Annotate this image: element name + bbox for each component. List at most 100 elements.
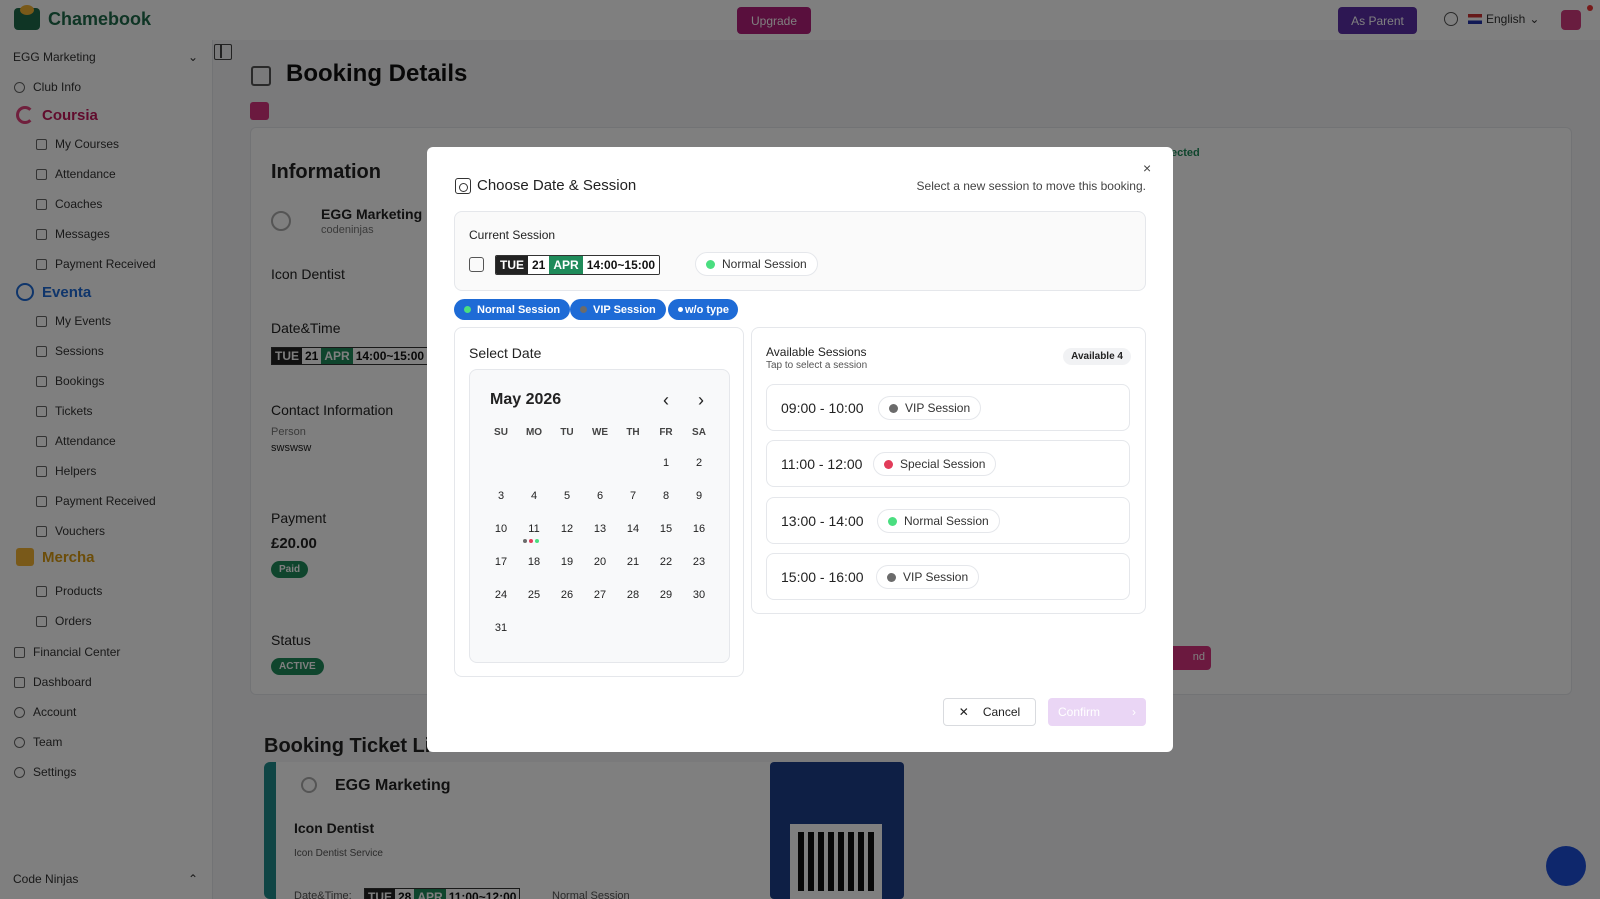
normal-session-dot [535, 539, 539, 543]
current-datetime-chip: TUE 21 APR 14:00~15:00 [495, 255, 661, 275]
calendar-day[interactable]: 6 [585, 490, 615, 502]
calendar-day[interactable]: 14 [618, 523, 648, 535]
calendar-day[interactable]: 28 [618, 589, 648, 601]
calendar-day[interactable]: 10 [486, 523, 516, 535]
slot-session-type: Normal Session [877, 509, 1000, 533]
calendar-day[interactable]: 19 [552, 556, 582, 568]
chip-month: APR [549, 256, 583, 274]
select-date-title: Select Date [469, 345, 542, 361]
weekday-header: WE [591, 427, 609, 438]
current-session-card: Current Session TUE 21 APR 14:00~15:00 N… [454, 211, 1146, 291]
calendar-clock-icon [469, 257, 484, 272]
chevron-right-icon[interactable]: › [698, 390, 704, 411]
available-count-badge: Available 4 [1063, 348, 1131, 365]
calendar-day[interactable]: 24 [486, 589, 516, 601]
calendar-day[interactable]: 1 [651, 457, 681, 469]
calendar-day[interactable]: 18 [519, 556, 549, 568]
calendar-day[interactable]: 20 [585, 556, 615, 568]
special-session-dot [529, 539, 533, 543]
calendar-day[interactable]: 16 [684, 523, 714, 535]
session-slot[interactable]: 09:00 - 10:00 VIP Session [766, 384, 1130, 431]
calendar-month-label: May 2026 [490, 391, 562, 408]
calendar-day[interactable]: 15 [651, 523, 681, 535]
calendar-day[interactable]: 12 [552, 523, 582, 535]
close-icon[interactable]: × [1143, 160, 1151, 176]
chip-day: 21 [528, 256, 550, 274]
available-sessions-panel: Available Sessions Tap to select a sessi… [751, 327, 1146, 614]
calendar-day[interactable]: 13 [585, 523, 615, 535]
calendar-day[interactable]: 9 [684, 490, 714, 502]
vip-session-dot [889, 403, 898, 413]
select-date-panel: Select Date May 2026 ‹ › SU MO TU WE TH FR SA 1… [454, 327, 744, 677]
vip-session-dot [887, 572, 896, 582]
filter-without-type[interactable]: w/o type [668, 299, 739, 320]
weekday-header: TH [626, 427, 640, 438]
calendar-day[interactable]: 30 [684, 589, 714, 601]
calendar-day[interactable]: 8 [651, 490, 681, 502]
calendar-day[interactable]: 22 [651, 556, 681, 568]
choose-date-session-dialog: × Choose Date & Session Select a new ses… [427, 147, 1173, 752]
available-sessions-title: Available Sessions [766, 345, 867, 359]
slot-session-type: Special Session [873, 452, 997, 476]
session-slot[interactable]: 15:00 - 16:00 VIP Session [766, 553, 1130, 600]
available-sessions-subtitle: Tap to select a session [766, 360, 868, 371]
vip-session-dot [523, 539, 527, 543]
calendar-day[interactable]: 23 [684, 556, 714, 568]
session-slot[interactable]: 11:00 - 12:00 Special Session [766, 440, 1130, 487]
weekday-header: TU [560, 427, 574, 438]
weekday-header: SA [692, 427, 706, 438]
session-type-label: VIP Session [903, 570, 969, 584]
no-type-dot [678, 307, 683, 312]
calendar-day[interactable]: 2 [684, 457, 714, 469]
chevron-left-icon[interactable]: ‹ [663, 390, 669, 411]
vip-session-dot [580, 306, 587, 313]
calendar-day[interactable]: 21 [618, 556, 648, 568]
slot-time: 15:00 - 16:00 [781, 569, 864, 585]
chip-time: 14:00~15:00 [582, 256, 660, 274]
calendar-day[interactable]: 25 [519, 589, 549, 601]
calendar-day[interactable]: 29 [651, 589, 681, 601]
cancel-button[interactable]: ✕ Cancel [943, 698, 1036, 726]
chip-dow: TUE [496, 256, 528, 274]
calendar-day[interactable]: 7 [618, 490, 648, 502]
weekday-header: SU [494, 427, 508, 438]
close-icon: ✕ [958, 705, 969, 719]
weekday-header: FR [659, 427, 673, 438]
slot-session-type: VIP Session [876, 565, 980, 589]
confirm-button[interactable]: Confirm › [1048, 698, 1146, 726]
confirm-label: Confirm [1057, 705, 1100, 719]
calendar-day[interactable]: 11 [519, 523, 549, 535]
weekday-header: MO [525, 427, 543, 438]
cancel-label: Cancel [982, 705, 1021, 719]
calendar-day[interactable]: 5 [552, 490, 582, 502]
current-session-label: Current Session [469, 228, 556, 242]
normal-session-dot [888, 516, 897, 526]
session-type-label: Normal Session [722, 257, 807, 271]
calendar-day[interactable]: 17 [486, 556, 516, 568]
special-session-dot [884, 459, 893, 469]
filter-label: Normal Session [477, 303, 561, 316]
session-type-label: Normal Session [904, 514, 989, 528]
slot-time: 11:00 - 12:00 [781, 456, 863, 472]
calendar-clock-icon [455, 178, 471, 194]
filter-vip-session[interactable]: VIP Session [570, 299, 666, 320]
day-session-dots [523, 539, 539, 543]
dialog-title: Choose Date & Session [477, 177, 637, 194]
calendar-day[interactable]: 4 [519, 490, 549, 502]
session-type-label: Special Session [900, 457, 986, 471]
filter-label: w/o type [685, 303, 730, 316]
slot-time: 13:00 - 14:00 [781, 513, 864, 529]
calendar: May 2026 ‹ › SU MO TU WE TH FR SA 1 2 3 4 5 6 7 8 9 10 11… [469, 369, 730, 663]
normal-session-dot [464, 306, 471, 313]
filter-normal-session[interactable]: Normal Session [454, 299, 571, 320]
calendar-day[interactable]: 3 [486, 490, 516, 502]
calendar-day[interactable]: 27 [585, 589, 615, 601]
current-session-type: Normal Session [695, 252, 818, 276]
slot-session-type: VIP Session [878, 396, 982, 420]
calendar-day[interactable]: 26 [552, 589, 582, 601]
session-slot[interactable]: 13:00 - 14:00 Normal Session [766, 497, 1130, 544]
dialog-hint: Select a new session to move this bookin… [916, 179, 1146, 193]
session-type-label: VIP Session [905, 401, 971, 415]
calendar-day[interactable]: 31 [486, 622, 516, 634]
normal-session-dot [706, 259, 715, 269]
